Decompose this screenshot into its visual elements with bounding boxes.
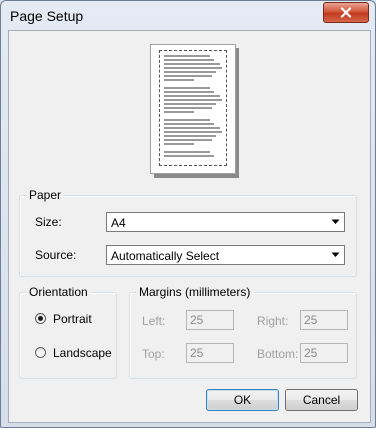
preview-text-line (164, 123, 214, 125)
paper-group-legend: Paper (26, 188, 65, 202)
preview-text-line (164, 107, 212, 109)
bottom-margin-label: Bottom: (257, 347, 299, 361)
preview-text-line (164, 87, 210, 89)
source-label: Source: (35, 248, 77, 262)
ok-button[interactable]: OK (206, 389, 279, 411)
preview-text-line (164, 127, 220, 129)
source-select-value: Automatically Select (111, 249, 220, 263)
paper-group: Paper Size: A4 Source: Automatically Sel… (19, 188, 357, 277)
source-select[interactable]: Automatically Select (106, 245, 345, 265)
preview-text-line (164, 103, 216, 105)
preview-text-line (164, 59, 214, 61)
landscape-radio[interactable] (35, 347, 46, 358)
preview-text-line (164, 91, 214, 93)
preview-text-line (164, 119, 210, 121)
landscape-label[interactable]: Landscape (53, 346, 112, 360)
preview-text-line (164, 99, 222, 101)
size-label: Size: (35, 215, 62, 229)
margins-group: Margins (millimeters) Left: 25 Right: 25… (129, 285, 357, 379)
left-margin-label: Left: (142, 314, 166, 328)
portrait-radio[interactable] (35, 313, 46, 324)
preview-text-line (164, 79, 194, 81)
cancel-button[interactable]: Cancel (285, 389, 358, 411)
bottom-margin-field[interactable]: 25 (300, 343, 348, 363)
preview-text-line (164, 131, 222, 133)
preview-text-line (164, 71, 216, 73)
preview-text-line (164, 55, 210, 57)
chevron-down-icon (327, 247, 343, 263)
chevron-down-icon (327, 214, 343, 230)
close-button[interactable] (323, 2, 369, 23)
preview-text-line (164, 151, 210, 153)
orientation-group-legend: Orientation (26, 285, 91, 299)
size-select[interactable]: A4 (106, 212, 345, 232)
portrait-label[interactable]: Portrait (53, 312, 92, 326)
preview-text-line (164, 143, 194, 145)
printable-area (159, 50, 227, 166)
dialog-client-area: Paper Size: A4 Source: Automatically Sel… (8, 30, 371, 423)
preview-text-line (164, 75, 212, 77)
preview-text-line (164, 111, 194, 113)
preview-text-line (164, 155, 214, 157)
page-setup-dialog: Page Setup Paper Size: A4 Source: Automa… (0, 0, 376, 428)
left-margin-field[interactable]: 25 (186, 310, 234, 330)
preview-text-line (164, 139, 212, 141)
paper-preview (150, 44, 236, 174)
radio-selected-dot (38, 316, 43, 321)
preview-text-line (164, 95, 220, 97)
top-margin-label: Top: (142, 347, 165, 361)
margins-group-legend: Margins (millimeters) (136, 285, 254, 299)
right-margin-field[interactable]: 25 (300, 310, 348, 330)
size-select-value: A4 (111, 216, 126, 230)
dialog-title: Page Setup (10, 8, 84, 24)
preview-text-line (164, 63, 220, 65)
top-margin-field[interactable]: 25 (186, 343, 234, 363)
orientation-group: Orientation Portrait Landscape (19, 285, 117, 379)
close-icon (340, 7, 352, 18)
preview-text-line (164, 135, 216, 137)
preview-text-line (164, 67, 222, 69)
right-margin-label: Right: (257, 314, 289, 328)
